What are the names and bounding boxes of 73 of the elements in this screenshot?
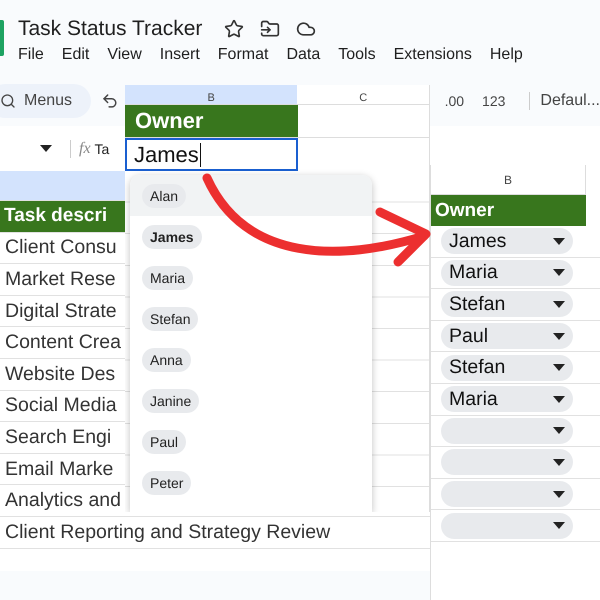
caret-icon bbox=[553, 300, 565, 308]
caret-icon bbox=[553, 522, 565, 530]
document-title: Task Status Tracker bbox=[18, 17, 202, 41]
menu-item[interactable]: Extensions bbox=[394, 46, 472, 80]
caret-icon bbox=[553, 332, 565, 340]
caret-icon bbox=[40, 145, 52, 152]
folder-icon[interactable] bbox=[260, 19, 280, 39]
table-cell-text: Client Consu bbox=[4, 236, 117, 260]
dropdown-option[interactable]: Anna bbox=[142, 348, 191, 372]
menu-item[interactable]: Help bbox=[490, 46, 523, 80]
menus-search-field[interactable]: Menus bbox=[0, 84, 91, 118]
undo-icon[interactable] bbox=[100, 92, 119, 110]
menu-item[interactable]: Edit bbox=[62, 46, 90, 80]
caret-icon bbox=[553, 364, 565, 372]
function-label: fx bbox=[70, 140, 91, 158]
dropdown-chip[interactable] bbox=[441, 481, 573, 508]
caret-icon bbox=[553, 238, 565, 245]
header-cell: Owner bbox=[431, 195, 586, 226]
number-format-button[interactable]: 123 bbox=[482, 93, 506, 109]
caret-icon bbox=[553, 427, 565, 434]
dropdown-chip[interactable]: James bbox=[441, 228, 573, 254]
table-cell-text: Market Rese bbox=[4, 268, 116, 291]
caret-icon bbox=[553, 458, 565, 466]
menu-item[interactable]: Data bbox=[286, 46, 320, 80]
search-icon bbox=[0, 93, 16, 109]
table-cell-text: Content Crea bbox=[4, 331, 121, 354]
caret-icon bbox=[553, 269, 565, 276]
option-row[interactable]: Maria bbox=[130, 257, 372, 298]
font-selector[interactable]: Defaul... bbox=[529, 92, 600, 110]
menu-item[interactable]: View bbox=[107, 46, 142, 80]
table-cell-text: Email Marke bbox=[4, 458, 114, 481]
dropdown-chip[interactable]: Maria bbox=[441, 386, 573, 412]
menu-item[interactable]: Insert bbox=[160, 46, 200, 80]
header-cell: Owner bbox=[125, 105, 298, 137]
dropdown-chip[interactable]: Stefan bbox=[441, 291, 573, 318]
star-icon[interactable] bbox=[224, 19, 244, 39]
formula-field[interactable]: Ta bbox=[94, 140, 110, 156]
table-cell-text: Analytics and bbox=[4, 489, 121, 512]
sheets-logo bbox=[0, 20, 4, 56]
dropdown-option[interactable]: Paul bbox=[142, 430, 186, 454]
dropdown-option[interactable]: Janine bbox=[142, 388, 200, 412]
option-row[interactable]: Alan bbox=[130, 175, 372, 216]
dropdown-option[interactable]: Stefan bbox=[142, 306, 198, 330]
option-row[interactable]: Paul bbox=[130, 421, 372, 462]
decimal-button[interactable]: .00 bbox=[444, 93, 464, 109]
menu-item[interactable]: Format bbox=[218, 46, 268, 80]
dropdown-option[interactable]: Maria bbox=[142, 266, 194, 290]
table-cell-text: Client Reporting and Strategy Review bbox=[4, 520, 330, 544]
menu-item[interactable]: File bbox=[18, 46, 44, 80]
dropdown-option[interactable]: Peter bbox=[142, 470, 192, 494]
option-row[interactable]: Stefan bbox=[130, 298, 372, 339]
table-cell-text: Digital Strate bbox=[4, 300, 117, 323]
caret-icon bbox=[553, 490, 565, 498]
option-row[interactable]: Peter bbox=[130, 462, 372, 503]
table-cell-text: Social Media bbox=[4, 394, 117, 418]
option-row[interactable]: Anna bbox=[130, 339, 372, 380]
option-row[interactable]: Janine bbox=[130, 380, 372, 421]
dropdown-chip[interactable]: Stefan bbox=[441, 354, 573, 381]
table-cell-text: Website Des bbox=[4, 362, 116, 386]
dropdown-chip[interactable]: Paul bbox=[441, 323, 573, 350]
dropdown-chip[interactable] bbox=[441, 512, 573, 539]
caret-icon bbox=[553, 396, 565, 403]
column-header[interactable]: B bbox=[125, 85, 298, 104]
dropdown-chip[interactable] bbox=[441, 449, 573, 476]
column-header[interactable] bbox=[0, 171, 125, 200]
header-cell: Task descri bbox=[0, 201, 125, 232]
table-cell-text: Search Engi bbox=[4, 426, 112, 449]
dropdown-option[interactable]: Alan bbox=[142, 184, 186, 208]
dropdown-chip[interactable]: Maria bbox=[441, 260, 573, 286]
menu-item[interactable]: Tools bbox=[338, 46, 376, 80]
cell-editor[interactable]: James bbox=[125, 138, 298, 171]
dropdown-chip[interactable] bbox=[441, 418, 573, 444]
dropdown-option[interactable]: James bbox=[142, 224, 202, 248]
